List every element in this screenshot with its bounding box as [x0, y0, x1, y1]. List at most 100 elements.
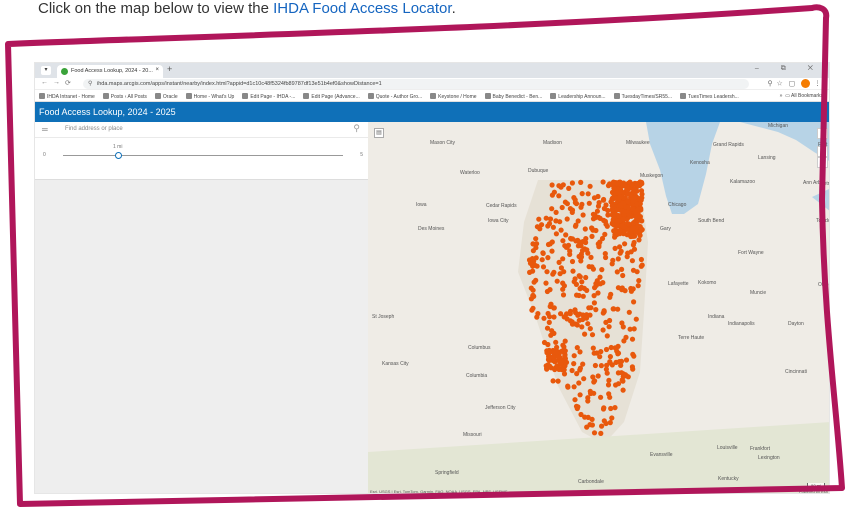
food-access-point[interactable] [603, 319, 609, 325]
food-access-point[interactable] [633, 229, 639, 235]
food-access-point[interactable] [635, 283, 641, 289]
food-access-point[interactable] [598, 430, 604, 436]
food-access-point[interactable] [606, 377, 612, 383]
food-access-point[interactable] [600, 179, 606, 185]
bookmarks-overflow[interactable]: » [780, 93, 783, 99]
food-access-point[interactable] [617, 194, 623, 200]
food-access-point[interactable] [620, 224, 626, 230]
food-access-point[interactable] [558, 265, 564, 271]
food-access-point[interactable] [629, 336, 636, 342]
food-access-point[interactable] [636, 278, 642, 284]
food-access-point[interactable] [539, 257, 545, 263]
food-access-point[interactable] [571, 353, 577, 359]
food-access-point[interactable] [587, 422, 593, 428]
food-access-point[interactable] [639, 179, 645, 186]
food-access-point[interactable] [607, 354, 613, 360]
bookmark-item[interactable]: TuesTimes Leadersh... [680, 93, 739, 100]
food-access-point[interactable] [613, 359, 619, 365]
food-access-point[interactable] [623, 357, 630, 363]
food-access-point[interactable] [623, 334, 629, 340]
food-access-point[interactable] [615, 256, 621, 262]
slider-handle[interactable] [115, 152, 122, 159]
food-access-point[interactable] [597, 274, 603, 280]
distance-slider[interactable]: 0 1 mi 5 [43, 144, 363, 164]
food-access-point[interactable] [569, 258, 576, 265]
food-access-point[interactable] [592, 378, 598, 384]
food-access-point[interactable] [608, 291, 614, 297]
food-access-point[interactable] [598, 394, 604, 400]
food-access-point[interactable] [585, 191, 591, 197]
bookmark-item[interactable]: TuesdayTimes/SR55... [613, 93, 672, 100]
extensions-icon[interactable]: ▢ [789, 80, 796, 87]
bookmark-item[interactable]: Keystone / Home [430, 93, 477, 100]
food-access-point[interactable] [603, 254, 609, 261]
food-access-point[interactable] [627, 179, 633, 185]
food-access-point[interactable] [551, 189, 557, 195]
food-access-point[interactable] [611, 191, 617, 197]
food-access-point[interactable] [572, 397, 578, 403]
map-view[interactable]: Mason City Madison Milwaukee Grand Rapids Fl… [368, 122, 829, 493]
menu-toggle-icon[interactable]: ═ [42, 125, 48, 134]
food-access-point[interactable] [549, 206, 555, 212]
food-access-point[interactable] [585, 321, 591, 327]
food-access-point[interactable] [575, 243, 581, 249]
menu-icon[interactable]: ⋮ [814, 80, 821, 87]
food-access-point[interactable] [576, 292, 582, 299]
browser-tab[interactable]: Food Access Lookup, 2024 - 20... × [57, 65, 163, 78]
food-access-point[interactable] [577, 349, 583, 355]
bookmark-item[interactable]: Leadership Announ... [550, 93, 606, 100]
tab-search-icon[interactable]: ▾ [41, 66, 51, 75]
bookmark-item[interactable]: Edit Page (Advance... [303, 93, 360, 100]
food-access-point[interactable] [629, 233, 635, 239]
food-access-point[interactable] [540, 264, 547, 270]
food-access-point[interactable] [587, 326, 593, 332]
all-bookmarks[interactable]: All Bookmarks [791, 93, 823, 99]
food-access-point[interactable] [631, 299, 637, 305]
food-access-point[interactable] [578, 179, 584, 185]
food-access-point[interactable] [541, 315, 547, 321]
food-access-point[interactable] [583, 236, 589, 242]
food-access-point[interactable] [578, 251, 584, 257]
food-access-point[interactable] [606, 324, 612, 330]
food-access-point[interactable] [553, 209, 559, 215]
food-access-point[interactable] [564, 216, 570, 222]
food-access-point[interactable] [634, 269, 640, 275]
food-access-point[interactable] [571, 361, 577, 367]
url-field[interactable]: ⚲ ihda.maps.arcgis.com/apps/instant/near… [83, 79, 749, 89]
food-access-point[interactable] [614, 269, 620, 275]
food-access-point[interactable] [553, 348, 559, 354]
food-access-point[interactable] [597, 281, 603, 287]
food-access-point[interactable] [631, 189, 638, 195]
food-access-point[interactable] [534, 241, 540, 247]
food-access-point[interactable] [609, 203, 615, 209]
food-access-point[interactable] [568, 236, 575, 242]
food-access-point[interactable] [615, 351, 621, 357]
food-access-point[interactable] [615, 343, 621, 349]
food-access-point[interactable] [547, 349, 553, 355]
window-controls[interactable]: – ⧉ ✕ [755, 65, 823, 73]
food-access-point[interactable] [544, 269, 550, 275]
food-access-point[interactable] [599, 235, 606, 242]
food-access-point[interactable] [595, 373, 601, 379]
food-access-point[interactable] [599, 423, 605, 429]
food-access-point[interactable] [546, 363, 553, 369]
food-access-point[interactable] [527, 260, 534, 266]
food-access-point[interactable] [569, 209, 575, 215]
site-info-icon[interactable]: ⚲ [88, 80, 92, 87]
food-access-point[interactable] [545, 255, 551, 261]
home-icon[interactable]: ⌂ [817, 128, 828, 139]
food-access-point[interactable] [618, 358, 625, 364]
food-access-point[interactable] [611, 306, 617, 312]
food-access-point[interactable] [610, 257, 616, 263]
food-access-point[interactable] [533, 236, 539, 242]
food-access-point[interactable] [627, 326, 633, 332]
food-access-point[interactable] [541, 339, 548, 346]
food-access-point[interactable] [630, 224, 636, 230]
food-access-point[interactable] [597, 354, 603, 360]
food-access-point[interactable] [562, 199, 568, 205]
food-access-point[interactable] [562, 348, 568, 354]
food-access-point[interactable] [612, 405, 618, 411]
food-access-point[interactable] [603, 346, 610, 353]
food-access-point[interactable] [625, 205, 631, 211]
food-access-point[interactable] [603, 366, 609, 372]
